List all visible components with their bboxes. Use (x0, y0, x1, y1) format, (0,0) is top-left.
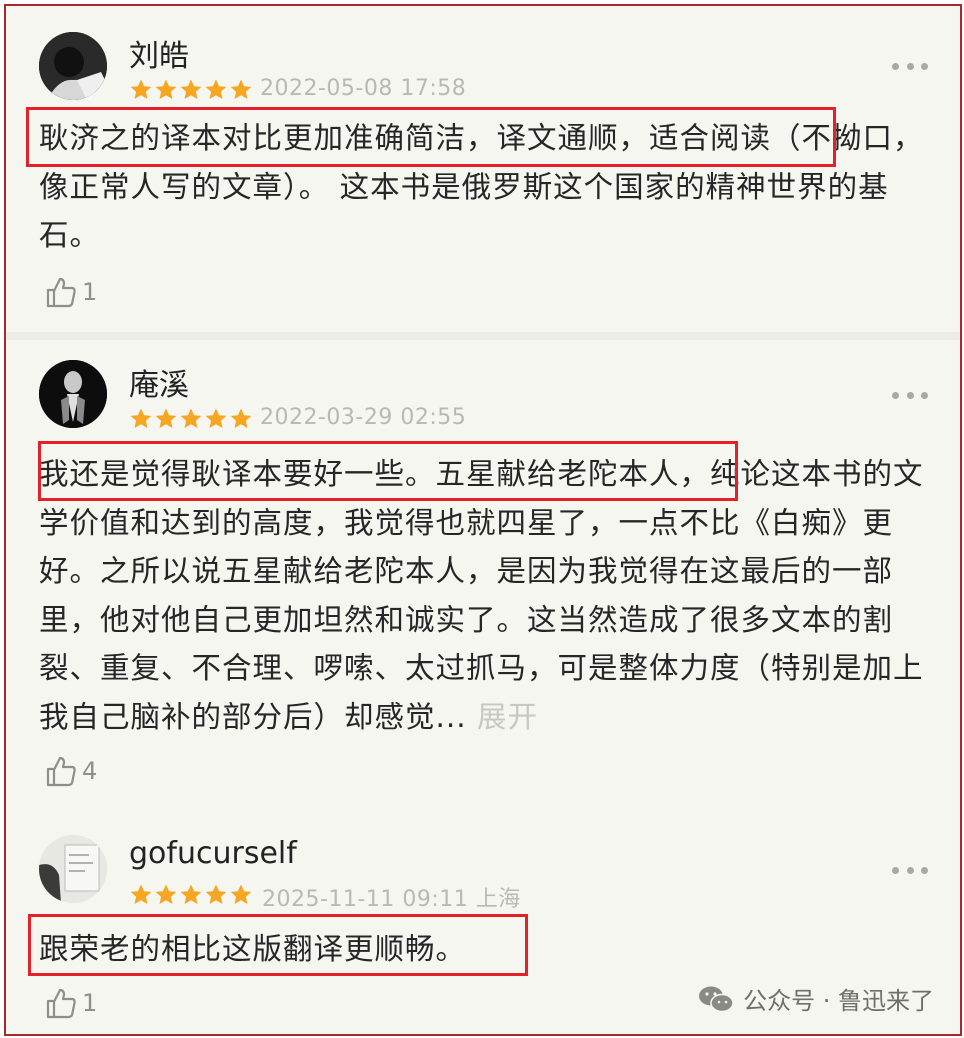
wechat-icon (699, 986, 734, 1012)
watermark-text: 公众号 · 鲁迅来了 (743, 987, 934, 1015)
star-icon (180, 884, 202, 904)
star-icon (205, 884, 227, 904)
star-icon (130, 884, 152, 904)
star-icon (180, 79, 202, 99)
star-icon (155, 79, 177, 99)
highlight-box (26, 107, 836, 167)
star-icon (230, 884, 252, 904)
star-icon (130, 408, 152, 428)
timestamp: 2025-11-11 09:11 上海 (262, 887, 521, 912)
avatar[interactable] (39, 32, 107, 100)
like-button[interactable]: 1 (44, 274, 97, 310)
thumbs-up-icon (46, 277, 76, 308)
highlight-box (38, 441, 738, 501)
more-options-icon[interactable] (892, 390, 928, 400)
divider (6, 332, 960, 340)
more-options-icon[interactable] (892, 865, 928, 875)
timestamp: 2022-05-08 17:58 (260, 76, 467, 101)
watermark: 公众号 · 鲁迅来了 (697, 981, 934, 1016)
rating-stars (129, 883, 253, 909)
like-button[interactable]: 1 (44, 985, 97, 1021)
star-icon (230, 79, 252, 99)
username[interactable]: 庵溪 (129, 360, 189, 404)
star-icon (205, 408, 227, 428)
username[interactable]: 刘皓 (129, 31, 189, 75)
like-button[interactable]: 4 (44, 753, 97, 789)
thumbs-up-icon (46, 988, 76, 1019)
comment-card: 庵溪 2022-03-29 02:55 我还是觉得耿译本要好一些。五星献给老陀本… (6, 340, 960, 813)
star-icon (155, 884, 177, 904)
star-icon (230, 408, 252, 428)
like-count: 1 (82, 989, 98, 1017)
more-options-icon[interactable] (892, 61, 928, 71)
expand-link[interactable]: 展开 (477, 700, 538, 734)
star-icon (205, 79, 227, 99)
avatar[interactable] (39, 360, 107, 428)
comment-card: 刘皓 2022-05-08 17:58 耿济之的译本对比更加准确简洁，译文通顺，… (6, 6, 960, 332)
username[interactable]: gofucurself (129, 836, 297, 871)
like-count: 4 (82, 757, 98, 785)
star-icon (180, 408, 202, 428)
thumbs-up-icon (46, 756, 76, 787)
comment-card: gofucurself 2025-11-11 09:11 上海 跟荣老的相比这版… (6, 813, 960, 1034)
like-count: 1 (82, 278, 98, 306)
star-icon (130, 79, 152, 99)
star-icon (155, 408, 177, 428)
timestamp: 2022-03-29 02:55 (260, 405, 467, 430)
comment-list: 刘皓 2022-05-08 17:58 耿济之的译本对比更加准确简洁，译文通顺，… (4, 4, 962, 1036)
highlight-box (28, 914, 528, 976)
rating-stars (129, 78, 253, 104)
rating-stars (129, 407, 253, 433)
avatar[interactable] (39, 835, 107, 903)
